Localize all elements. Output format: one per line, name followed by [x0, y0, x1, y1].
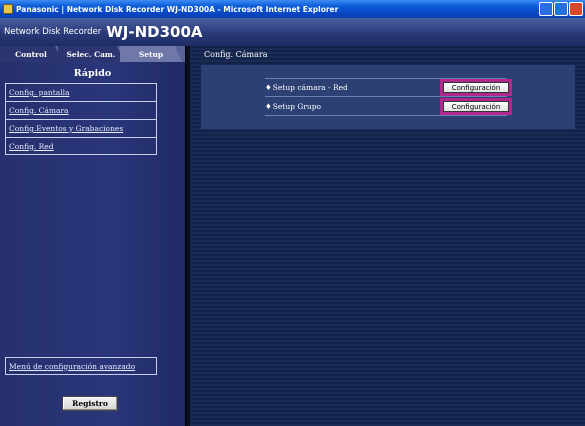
sidebar-item-config-pantalla[interactable]: Config. pantalla [5, 83, 157, 101]
tab-bar: Control Selec. Cam. Setup [0, 46, 185, 62]
diamond-bullet-icon: ♦ [265, 83, 272, 92]
registro-button[interactable]: Registro [62, 396, 118, 411]
advanced-menu-link[interactable]: Menú de configuración avanzado [5, 357, 157, 375]
button-label: Configuración [443, 82, 509, 93]
setting-label: Setup cámara - Red [272, 83, 348, 92]
sidebar-item-config-eventos[interactable]: Config.Eventos y Grabaciones [5, 119, 157, 137]
settings-panel: ♦ Setup cámara - Red ♦ Setup Grupo Confi… [201, 65, 575, 129]
ie-app-icon [3, 4, 13, 14]
tab-control[interactable]: Control [0, 46, 62, 62]
sidebar-item-config-red[interactable]: Config. Red [5, 137, 157, 155]
app-header: Network Disk Recorder WJ-ND300A [0, 18, 585, 46]
sidebar-item-config-camara[interactable]: Config. Cámara [5, 101, 157, 119]
close-icon[interactable] [569, 2, 583, 16]
button-label: Configuración [443, 101, 509, 112]
brand-subtitle: Network Disk Recorder [4, 27, 102, 37]
tab-selec-cam[interactable]: Selec. Cam. [58, 46, 124, 62]
brand-model: WJ-ND300A [106, 23, 203, 41]
window-controls [539, 2, 583, 16]
configuracion-group-button[interactable]: Configuración [440, 98, 512, 115]
left-panel: Control Selec. Cam. Setup Rápido Config.… [0, 46, 185, 426]
window-title: Panasonic | Network Disk Recorder WJ-ND3… [16, 4, 339, 14]
sidebar-menu: Config. pantalla Config. Cámara Config.E… [5, 83, 157, 155]
setting-label: Setup Grupo [272, 101, 322, 111]
tab-setup[interactable]: Setup [120, 46, 182, 62]
maximize-icon[interactable] [554, 2, 568, 16]
diamond-bullet-icon: ♦ [265, 101, 272, 111]
sidebar-title: Rápido [73, 68, 112, 79]
configuracion-camera-network-button[interactable]: Configuración [440, 79, 512, 96]
main-area: Config. Cámara ♦ Setup cámara - Red ♦ Se… [190, 46, 585, 426]
section-title: Config. Cámara [204, 50, 268, 59]
minimize-icon[interactable] [539, 2, 553, 16]
window-titlebar: Panasonic | Network Disk Recorder WJ-ND3… [0, 0, 585, 18]
